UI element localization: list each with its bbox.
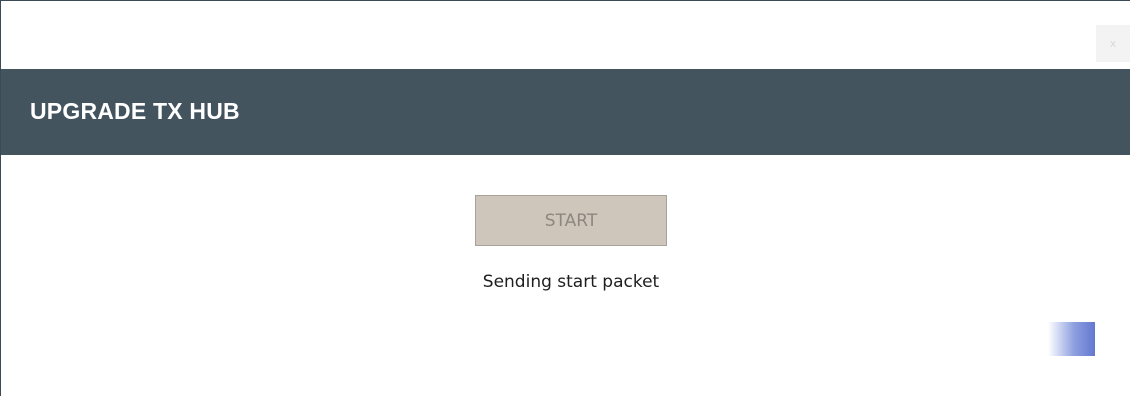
dialog-title: UPGRADE TX HUB <box>30 98 240 124</box>
close-button[interactable]: x <box>1096 25 1130 62</box>
status-text: Sending start packet <box>482 272 660 292</box>
dialog-header: UPGRADE TX HUB <box>1 69 1130 155</box>
close-icon: x <box>1109 37 1117 50</box>
progress-bar <box>475 322 1095 356</box>
progress-indicator <box>1048 322 1095 356</box>
upgrade-dialog-window: x UPGRADE TX HUB START Sending start pac… <box>0 0 1130 396</box>
start-button[interactable]: START <box>475 195 667 246</box>
